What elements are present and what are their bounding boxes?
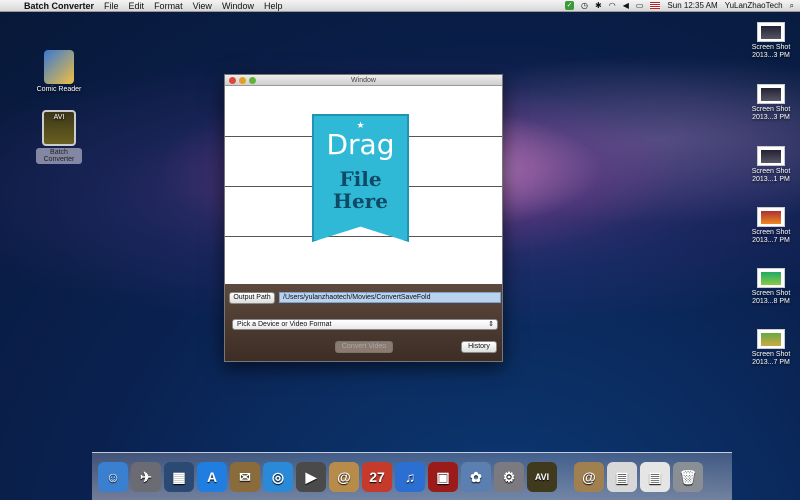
zoom-window-icon[interactable]: [249, 77, 256, 84]
controls-panel: Output Path /Users/yulanzhaotech/Movies/…: [225, 284, 502, 361]
menu-app-name[interactable]: Batch Converter: [24, 1, 94, 11]
menu-edit[interactable]: Edit: [129, 1, 145, 11]
system-preferences-icon[interactable]: ⚙: [494, 462, 524, 492]
desktop-item-label: Comic Reader: [36, 86, 82, 93]
comic-reader-icon: [44, 50, 74, 84]
clock[interactable]: Sun 12:35 AM: [667, 1, 717, 10]
screenshot-thumbnail-icon: [757, 146, 785, 166]
desktop-item-screenshot[interactable]: Screen Shot 2013...7 PM: [746, 207, 796, 245]
wifi-icon[interactable]: ◠: [609, 1, 616, 10]
screenshot-label-line1: Screen Shot: [751, 351, 791, 358]
menu-format[interactable]: Format: [154, 1, 183, 11]
format-select-label: Pick a Device or Video Format: [237, 321, 332, 328]
screenshot-thumbnail-icon: [757, 22, 785, 42]
menu-window[interactable]: Window: [222, 1, 254, 11]
screenshot-label-line1: Screen Shot: [751, 44, 791, 51]
status-check-icon[interactable]: ✓: [565, 1, 575, 10]
batch-converter-icon[interactable]: AVI: [527, 462, 557, 492]
screenshot-label-line2: 2013...3 PM: [752, 52, 790, 59]
iphoto-icon[interactable]: ✿: [461, 462, 491, 492]
window-title: Window: [351, 77, 376, 84]
battery-icon[interactable]: ▭: [636, 1, 644, 10]
batch-converter-icon: AVI: [42, 110, 76, 146]
screenshot-thumbnail-icon: [757, 268, 785, 288]
menu-view[interactable]: View: [193, 1, 212, 11]
volume-icon[interactable]: ◀: [623, 1, 629, 10]
history-button[interactable]: History: [461, 341, 497, 353]
app-store-icon[interactable]: A: [197, 462, 227, 492]
batch-converter-window: Window ★ Drag File Here Output Path /Use…: [224, 74, 503, 362]
file-drop-area[interactable]: ★ Drag File Here: [225, 86, 502, 284]
menu-help[interactable]: Help: [264, 1, 283, 11]
screenshot-thumbnail-icon: [757, 207, 785, 227]
drag-file-badge: ★ Drag File Here: [312, 114, 409, 242]
calendar-icon[interactable]: 27: [362, 462, 392, 492]
screenshot-label-line2: 2013...3 PM: [752, 114, 790, 121]
chevron-updown-icon: ⇕: [488, 321, 494, 328]
desktop-item-screenshot[interactable]: Screen Shot 2013...8 PM: [746, 268, 796, 306]
desktop-item-batch-converter[interactable]: AVI Batch Converter: [36, 110, 82, 164]
itunes-icon[interactable]: ♫: [395, 462, 425, 492]
screenshot-label-line1: Screen Shot: [751, 106, 791, 113]
output-path-field[interactable]: /Users/yulanzhaotech/Movies/ConvertSaveF…: [279, 292, 501, 303]
trash-icon[interactable]: 🗑: [673, 462, 703, 492]
desktop-item-screenshot[interactable]: Screen Shot 2013...7 PM: [746, 329, 796, 367]
flag-icon[interactable]: [650, 2, 661, 9]
divider-line: [225, 236, 502, 237]
finder-icon[interactable]: ☺: [98, 462, 128, 492]
desktop-item-screenshot[interactable]: Screen Shot 2013...1 PM: [746, 146, 796, 184]
drop-title: Drag: [326, 128, 395, 161]
drop-subtitle: File Here: [333, 167, 388, 213]
facetime-icon[interactable]: ▶: [296, 462, 326, 492]
file-stack-icon[interactable]: ▤: [640, 462, 670, 492]
screenshot-label-line2: 2013...7 PM: [752, 359, 790, 366]
safari-icon[interactable]: ◎: [263, 462, 293, 492]
address-book-icon[interactable]: @: [329, 462, 359, 492]
dock: ☺ ✈ ▦ A ✉ ◎ ▶ @ 27 ♫ ▣ ✿ ⚙ AVI @ ▤ ▤ 🗑: [98, 452, 718, 492]
screenshot-label-line1: Screen Shot: [751, 229, 791, 236]
documents-stack-icon[interactable]: @: [574, 462, 604, 492]
screenshot-label-line1: Screen Shot: [751, 168, 791, 175]
mission-control-icon[interactable]: ▦: [164, 462, 194, 492]
format-select[interactable]: Pick a Device or Video Format ⇕: [232, 319, 498, 330]
launchpad-icon[interactable]: ✈: [131, 462, 161, 492]
minimize-window-icon[interactable]: [239, 77, 246, 84]
desktop-item-label-line1: Batch: [50, 149, 68, 156]
timemachine-icon[interactable]: ◷: [581, 1, 588, 10]
menu-extras: ✓ ◷ ✱ ◠ ◀ ▭ Sun 12:35 AM YuLanZhaoTech ⌕: [565, 1, 794, 11]
close-window-icon[interactable]: [229, 77, 236, 84]
desktop-item-comic-reader[interactable]: Comic Reader: [36, 50, 82, 93]
downloads-stack-icon[interactable]: ▤: [607, 462, 637, 492]
window-titlebar[interactable]: Window: [225, 75, 502, 86]
desktop-item-screenshot[interactable]: Screen Shot 2013...3 PM: [746, 22, 796, 60]
spotlight-icon[interactable]: ⌕: [790, 1, 794, 11]
photo-booth-icon[interactable]: ▣: [428, 462, 458, 492]
convert-video-button[interactable]: Convert Video: [335, 341, 393, 353]
bluetooth-icon[interactable]: ✱: [595, 1, 602, 10]
screenshot-thumbnail-icon: [757, 84, 785, 104]
screenshot-label-line1: Screen Shot: [751, 290, 791, 297]
screenshot-label-line2: 2013...7 PM: [752, 237, 790, 244]
desktop-item-screenshot[interactable]: Screen Shot 2013...3 PM: [746, 84, 796, 122]
screenshot-label-line2: 2013...1 PM: [752, 176, 790, 183]
menu-file[interactable]: File: [104, 1, 119, 11]
desktop-item-label-line2: Converter: [43, 156, 75, 163]
user-name[interactable]: YuLanZhaoTech: [725, 1, 783, 10]
output-path-button[interactable]: Output Path: [229, 292, 275, 304]
screenshot-label-line2: 2013...8 PM: [752, 298, 790, 305]
menu-bar: Batch Converter File Edit Format View Wi…: [0, 0, 800, 12]
screenshot-thumbnail-icon: [757, 329, 785, 349]
mail-stamp-icon[interactable]: ✉: [230, 462, 260, 492]
